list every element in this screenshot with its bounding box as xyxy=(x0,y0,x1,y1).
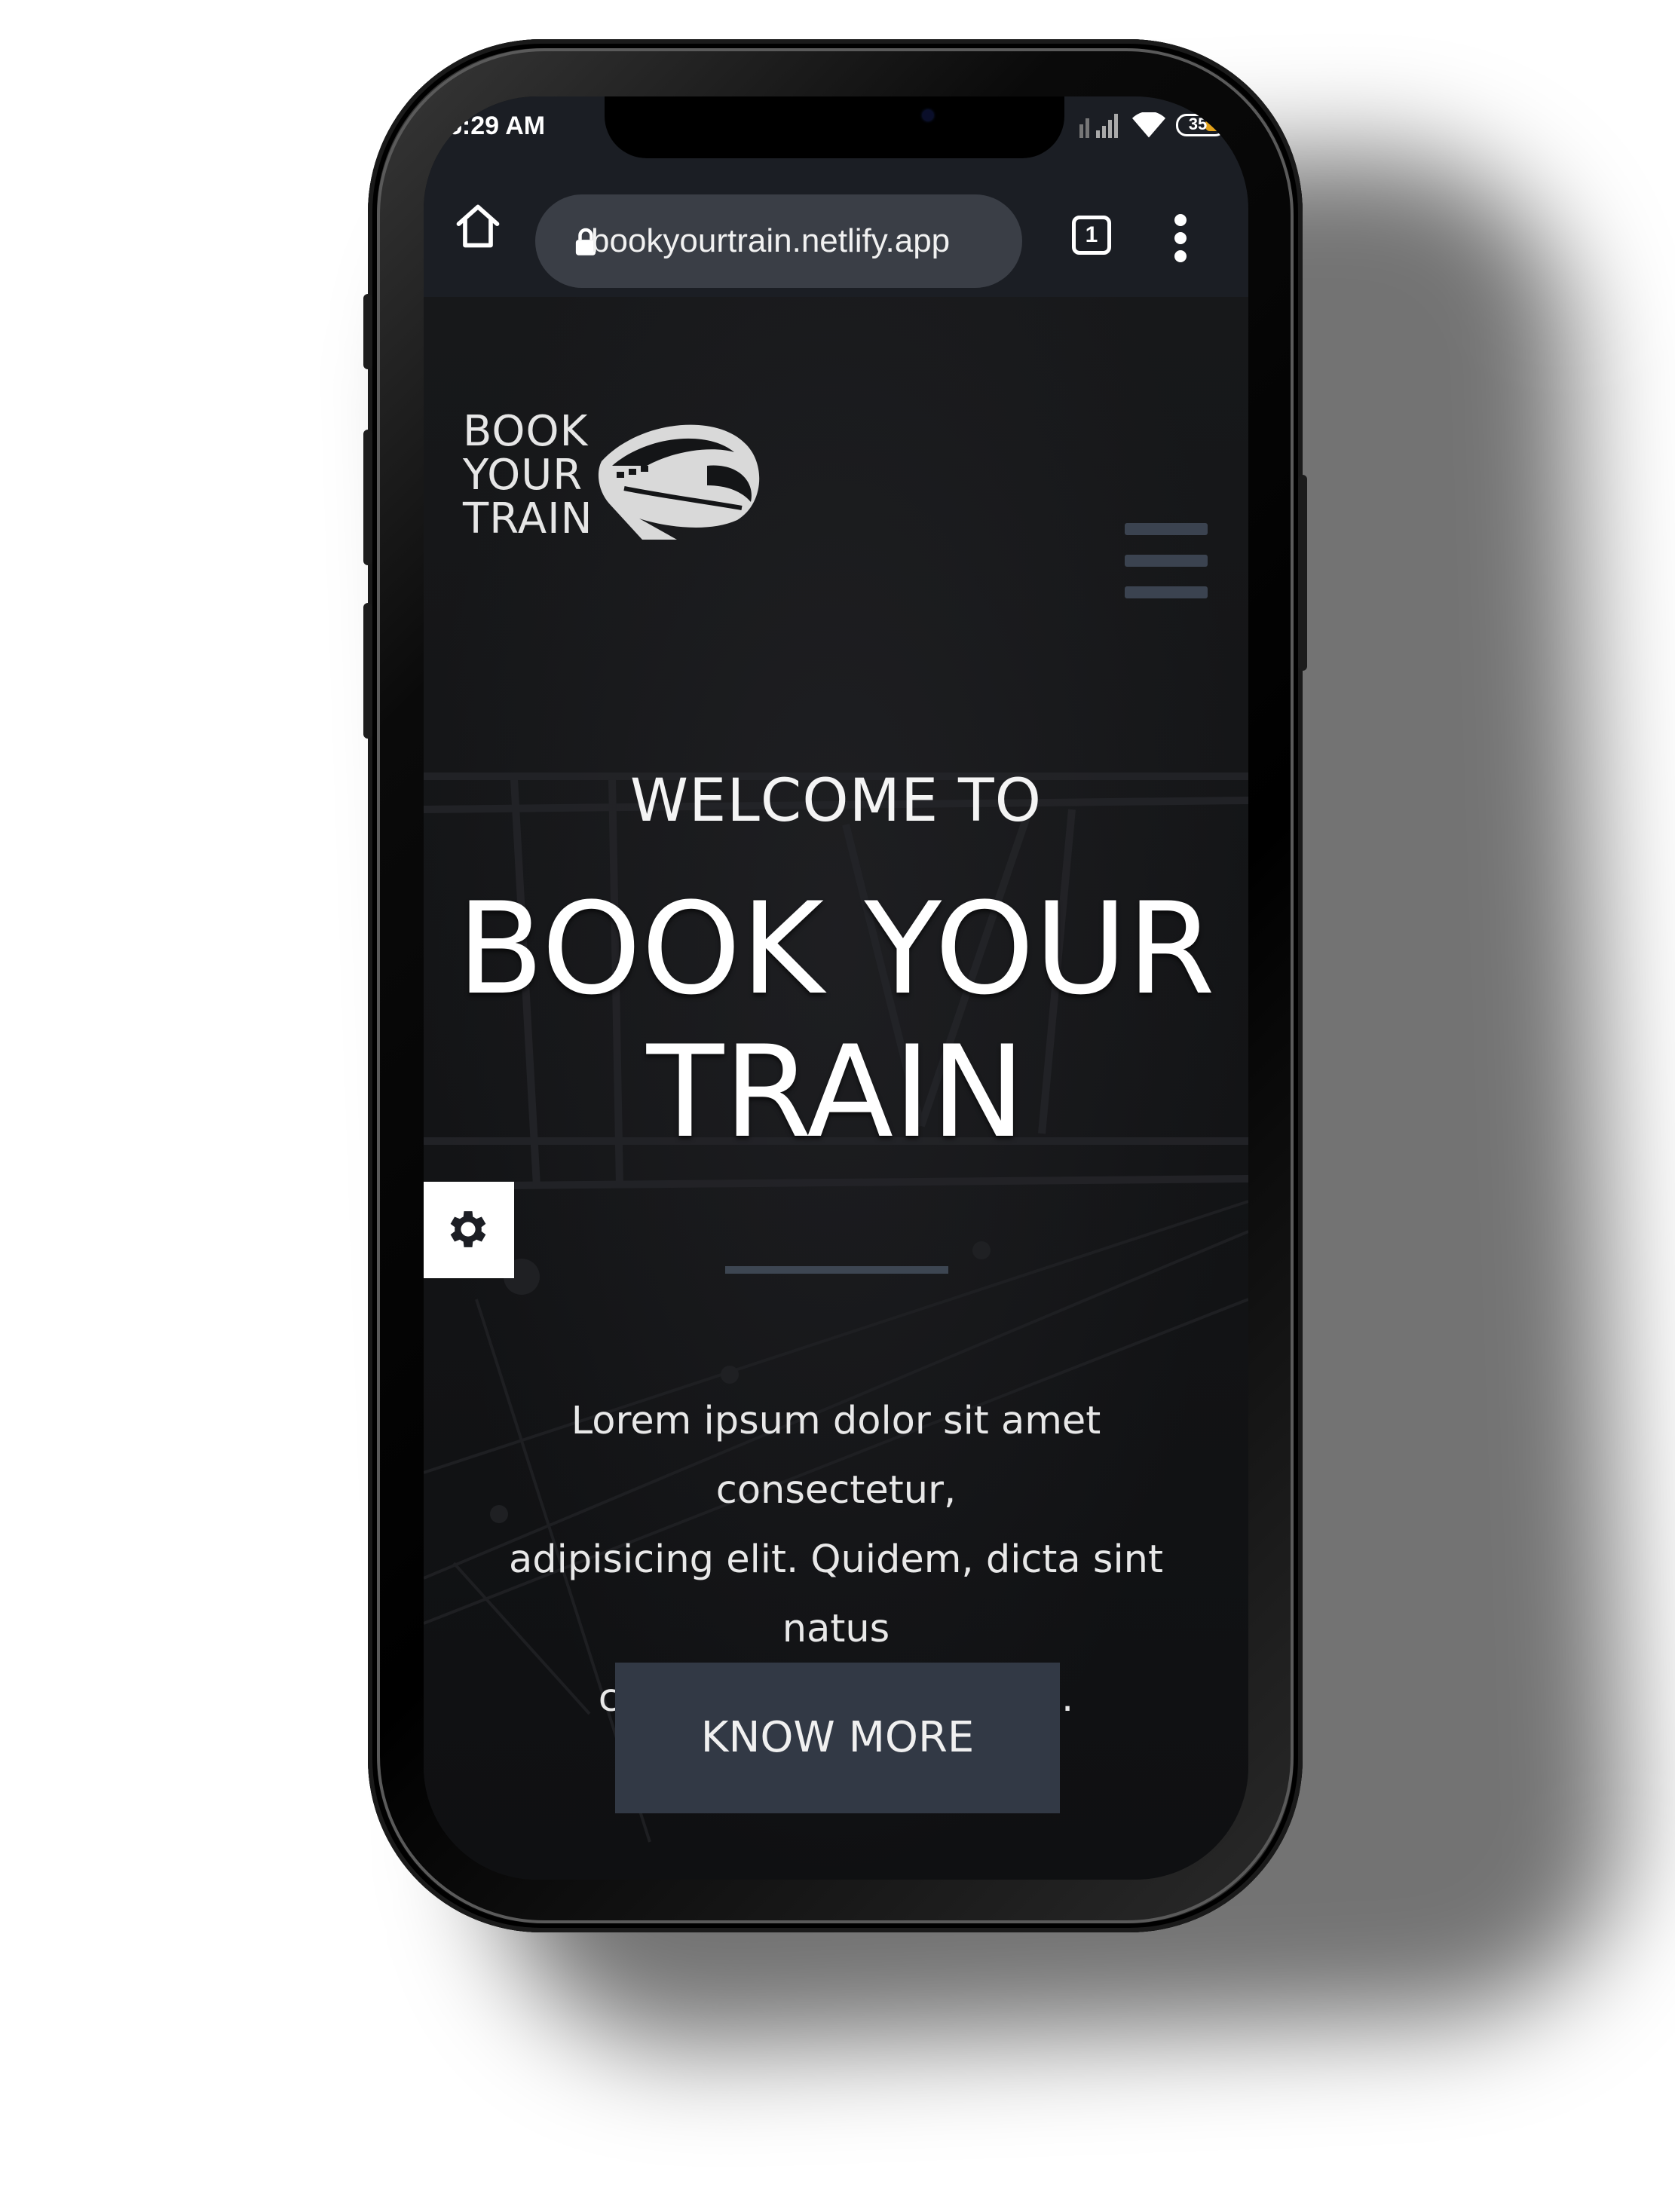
logo-line-1: BOOK xyxy=(463,407,589,456)
logo-wordmark: BOOK YOUR TRAIN xyxy=(463,410,599,541)
hero-description-line-2: adipisicing elit. Quidem, dicta sint nat… xyxy=(509,1537,1163,1651)
bullet-train-icon xyxy=(598,424,760,540)
hero-title-line-1: BOOK YOUR xyxy=(457,875,1215,1023)
volume-down-button xyxy=(363,430,372,565)
address-bar[interactable]: bookyourtrain.netlify.app xyxy=(535,194,1022,288)
hero-title-line-2: TRAIN xyxy=(646,1018,1026,1166)
battery-level: 35 xyxy=(1188,115,1208,133)
logo-line-3: TRAIN xyxy=(463,494,593,543)
hero-description-line-1: Lorem ipsum dolor sit amet consectetur, xyxy=(571,1399,1101,1513)
hero-title: BOOK YOUR TRAIN xyxy=(424,877,1248,1164)
tabs-icon[interactable]: 1 xyxy=(1072,216,1111,255)
overflow-menu-icon[interactable] xyxy=(1171,214,1190,262)
hero-section: BOOK YOUR TRAIN WELCOME TO BOOK YOUR TRA… xyxy=(424,297,1248,1880)
brand-logo[interactable]: BOOK YOUR TRAIN xyxy=(460,410,776,553)
volume-up-button xyxy=(363,294,372,369)
front-camera xyxy=(923,110,933,121)
welcome-heading: WELCOME TO xyxy=(629,767,1043,835)
know-more-button[interactable]: KNOW MORE xyxy=(615,1663,1060,1813)
phone-notch xyxy=(605,96,1064,158)
mute-switch xyxy=(363,603,372,739)
status-icons: 35 xyxy=(1079,109,1226,142)
phone-screen: BOOK YOUR TRAIN WELCOME TO BOOK YOUR TRA… xyxy=(424,96,1248,1880)
gear-icon xyxy=(450,1211,486,1247)
hamburger-icon[interactable] xyxy=(1125,523,1208,598)
url-text: bookyourtrain.netlify.app xyxy=(591,222,951,259)
signal-icon xyxy=(1079,114,1118,138)
wifi-icon xyxy=(1132,112,1165,138)
logo-line-2: YOUR xyxy=(463,451,583,500)
title-divider xyxy=(725,1266,948,1274)
home-icon[interactable] xyxy=(452,200,504,252)
browser-toolbar: bookyourtrain.netlify.app 1 xyxy=(424,164,1248,297)
settings-toggle[interactable] xyxy=(424,1182,514,1278)
power-button xyxy=(1298,475,1307,671)
status-time: 5:29 AM xyxy=(448,112,546,140)
battery-icon: 35 xyxy=(1176,114,1226,136)
